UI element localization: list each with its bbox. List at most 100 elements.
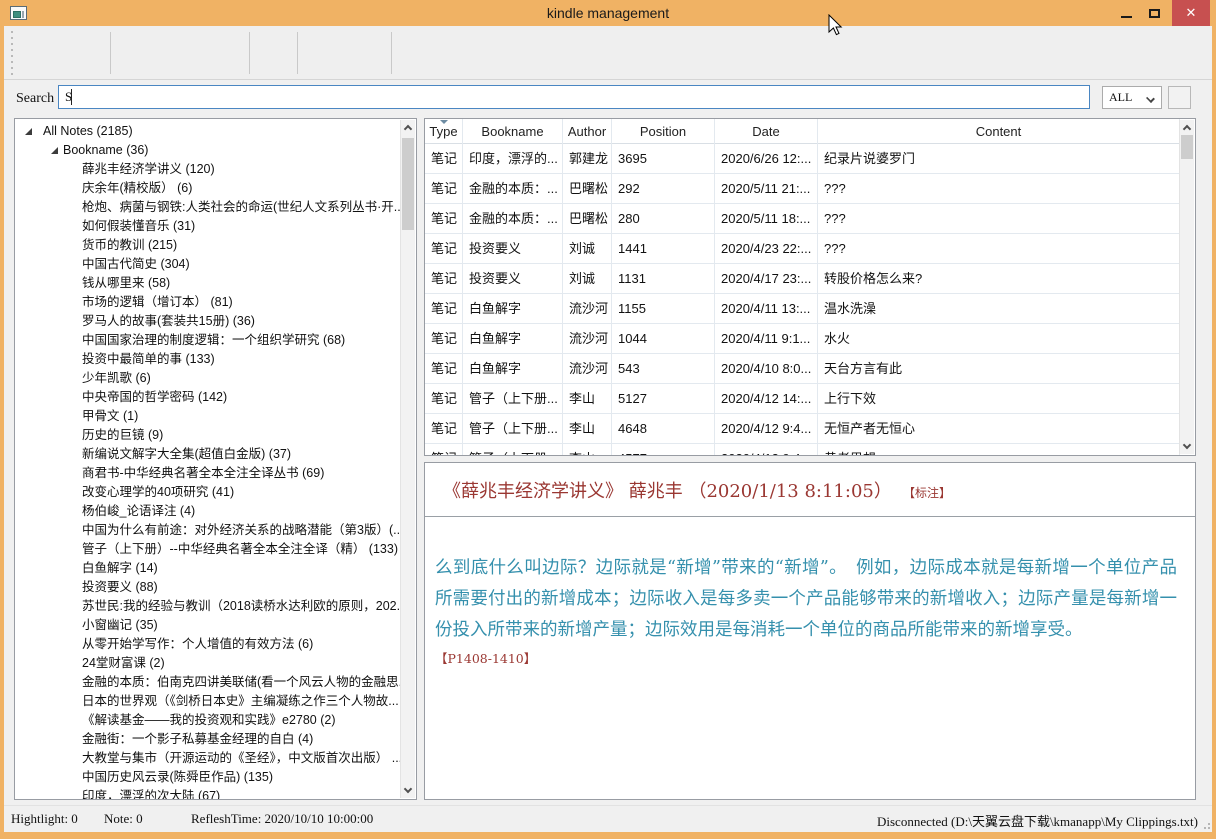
minimize-icon [1121, 16, 1132, 18]
search-input[interactable] [58, 85, 1090, 109]
tree-item-book[interactable]: 大教堂与集市（开源运动的《圣经》，中文版首次出版） ... [15, 749, 401, 768]
tree-item-book[interactable]: 薛兆丰经济学讲义 (120) [15, 160, 401, 179]
tree-item-book[interactable]: 管子（上下册）--中华经典名著全本全注全译（精） (133) [15, 540, 401, 559]
tree-item-book[interactable]: 日本的世界观（《剑桥日本史》主编凝练之作三个人物故... [15, 692, 401, 711]
tree-item-book[interactable]: 杨伯峻_论语译注 (4) [15, 502, 401, 521]
tree-item-book[interactable]: 如何假装懂音乐 (31) [15, 217, 401, 236]
tree-item-book[interactable]: 小窗幽记 (35) [15, 616, 401, 635]
window-frame-right [1212, 26, 1216, 839]
scope-dropdown[interactable]: ALL [1102, 86, 1162, 109]
tree-item-book[interactable]: 苏世民:我的经验与教训（2018读桥水达利欧的原则，202... [15, 597, 401, 616]
cell-author: 刘诚 [563, 264, 612, 294]
minimize-button[interactable] [1112, 0, 1140, 26]
scroll-up-icon[interactable] [1180, 120, 1195, 135]
table-row[interactable]: 笔记印度，漂浮的...郭建龙36952020/6/26 12:...纪录片说婆罗… [425, 144, 1180, 174]
tree-item-label: 薛兆丰经济学讲义 (120) [82, 162, 215, 176]
mouse-cursor [828, 14, 844, 38]
cell-author: 李山 [563, 414, 612, 444]
tree-item-book[interactable]: 市场的逻辑（增订本） (81) [15, 293, 401, 312]
tree-item-book[interactable]: 甲骨文 (1) [15, 407, 401, 426]
tree-item-book[interactable]: 白鱼解字 (14) [15, 559, 401, 578]
cell-bookname: 管子（上下册... [463, 444, 563, 456]
tree-item-book[interactable]: 钱从哪里来 (58) [15, 274, 401, 293]
table-row[interactable]: 笔记金融的本质：...巴曙松2922020/5/11 21:...??? [425, 174, 1180, 204]
table-row[interactable]: 笔记白鱼解字流沙河10442020/4/11 9:1...水火 [425, 324, 1180, 354]
table-row[interactable]: 笔记投资要义刘诚14412020/4/23 22:...??? [425, 234, 1180, 264]
tree-item-book[interactable]: 投资要义 (88) [15, 578, 401, 597]
column-header-author[interactable]: Author [563, 119, 612, 144]
scroll-down-icon[interactable] [1180, 439, 1195, 454]
tree-item-book[interactable]: 中国古代简史 (304) [15, 255, 401, 274]
search-side-button[interactable] [1168, 86, 1191, 109]
cell-type: 笔记 [425, 204, 463, 234]
note-page-ref: 【P1408-1410】 [425, 646, 1195, 667]
tree-item-label: 大教堂与集市（开源运动的《圣经》，中文版首次出版） ... [82, 751, 401, 765]
tree-item-book[interactable]: 印度，漂浮的次大陆 (67) [15, 787, 401, 800]
column-header-bookname[interactable]: Bookname [463, 119, 563, 144]
tree-item-book[interactable]: 中国为什么有前途：对外经济关系的战略潜能（第3版）(... [15, 521, 401, 540]
close-button[interactable]: ✕ [1172, 0, 1210, 26]
tree-item-label: 甲骨文 (1) [82, 409, 138, 423]
cell-date: 2020/4/17 23:... [715, 264, 818, 294]
tree-item-book[interactable]: 金融街：一个影子私募基金经理的自白 (4) [15, 730, 401, 749]
tree-item-book[interactable]: 中国国家治理的制度逻辑：一个组织学研究 (68) [15, 331, 401, 350]
maximize-icon [1149, 9, 1160, 18]
table-row[interactable]: 笔记金融的本质：...巴曙松2802020/5/11 18:...??? [425, 204, 1180, 234]
tree-item-book[interactable]: 罗马人的故事(套装共15册) (36) [15, 312, 401, 331]
search-row: Search ALL [4, 80, 1212, 118]
tree-item-bookname[interactable]: Bookname (36) [15, 141, 401, 160]
table-row[interactable]: 笔记管子（上下册...李山46482020/4/12 9:4...无恒产者无恒心 [425, 414, 1180, 444]
tree-item-book[interactable]: 枪炮、病菌与钢铁:人类社会的命运(世纪人文系列丛书·开... [15, 198, 401, 217]
tree-item-label: 庆余年(精校版） (6) [82, 181, 192, 195]
notes-table: TypeBooknameAuthorPositionDateContent 笔记… [425, 119, 1180, 455]
column-header-date[interactable]: Date [715, 119, 818, 144]
tree-item-book[interactable]: 中央帝国的哲学密码 (142) [15, 388, 401, 407]
table-row[interactable]: 笔记管子（上下册...李山45772020/4/12 9:4...黄老思想 [425, 444, 1180, 456]
tree-item-book[interactable]: 历史的巨镜 (9) [15, 426, 401, 445]
cell-content: 黄老思想 [818, 444, 1180, 456]
table-row[interactable]: 笔记投资要义刘诚11312020/4/17 23:...转股价格怎么来? [425, 264, 1180, 294]
maximize-button[interactable] [1140, 0, 1168, 26]
column-header-type[interactable]: Type [425, 119, 463, 144]
table-row[interactable]: 笔记白鱼解字流沙河11552020/4/11 13:...温水洗澡 [425, 294, 1180, 324]
tree-item-book[interactable]: 庆余年(精校版） (6) [15, 179, 401, 198]
scroll-up-icon[interactable] [401, 120, 416, 135]
tree-item-book[interactable]: 从零开始学写作：个人增值的有效方法 (6) [15, 635, 401, 654]
cell-bookname: 投资要义 [463, 234, 563, 264]
tree-item-all-notes[interactable]: All Notes (2185) [15, 122, 401, 141]
tree-item-book[interactable]: 商君书-中华经典名著全本全注全译丛书 (69) [15, 464, 401, 483]
cell-date: 2020/4/12 14:... [715, 384, 818, 414]
sort-descending-icon [440, 120, 448, 124]
table-row[interactable]: 笔记白鱼解字流沙河5432020/4/10 8:0...天台方言有此 [425, 354, 1180, 384]
window-frame-bottom [0, 832, 1216, 839]
tree-item-book[interactable]: 金融的本质：伯南克四讲美联储(看一个风云人物的金融思... [15, 673, 401, 692]
table-scrollbar-thumb[interactable] [1181, 135, 1193, 159]
table-scrollbar[interactable] [1179, 120, 1194, 454]
tree-item-label: 杨伯峻_论语译注 (4) [82, 504, 195, 518]
scroll-down-icon[interactable] [401, 783, 416, 798]
tree-item-book[interactable]: 《解读基金——我的投资观和实践》e2780 (2) [15, 711, 401, 730]
toolbar-separator [110, 32, 111, 74]
cell-author: 流沙河 [563, 324, 612, 354]
client-area: Search ALL All Notes (2185) Bookname (36… [4, 26, 1212, 832]
tree-scrollbar-thumb[interactable] [402, 138, 414, 230]
resize-grip[interactable] [1202, 821, 1210, 829]
tree-item-book[interactable]: 货币的教训 (215) [15, 236, 401, 255]
tree-item-book[interactable]: 24堂财富课 (2) [15, 654, 401, 673]
tree-scrollbar[interactable] [400, 120, 415, 798]
tree-item-book[interactable]: 新编说文解字大全集(超值白金版) (37) [15, 445, 401, 464]
tree-expand-icon[interactable] [25, 128, 32, 135]
toolbar-grip-icon[interactable] [11, 31, 14, 75]
cell-content: 水火 [818, 324, 1180, 354]
tree-item-book[interactable]: 少年凯歌 (6) [15, 369, 401, 388]
cell-position: 280 [612, 204, 715, 234]
table-row[interactable]: 笔记管子（上下册...李山51272020/4/12 14:...上行下效 [425, 384, 1180, 414]
column-header-position[interactable]: Position [612, 119, 715, 144]
tree-expand-icon[interactable] [51, 147, 58, 154]
tree-item-book[interactable]: 中国历史风云录(陈舜臣作品) (135) [15, 768, 401, 787]
tree-item-book[interactable]: 改变心理学的40项研究 (41) [15, 483, 401, 502]
tree-item-label: 从零开始学写作：个人增值的有效方法 (6) [82, 637, 313, 651]
column-header-content[interactable]: Content [818, 119, 1180, 144]
cell-bookname: 管子（上下册... [463, 384, 563, 414]
tree-item-book[interactable]: 投资中最简单的事 (133) [15, 350, 401, 369]
